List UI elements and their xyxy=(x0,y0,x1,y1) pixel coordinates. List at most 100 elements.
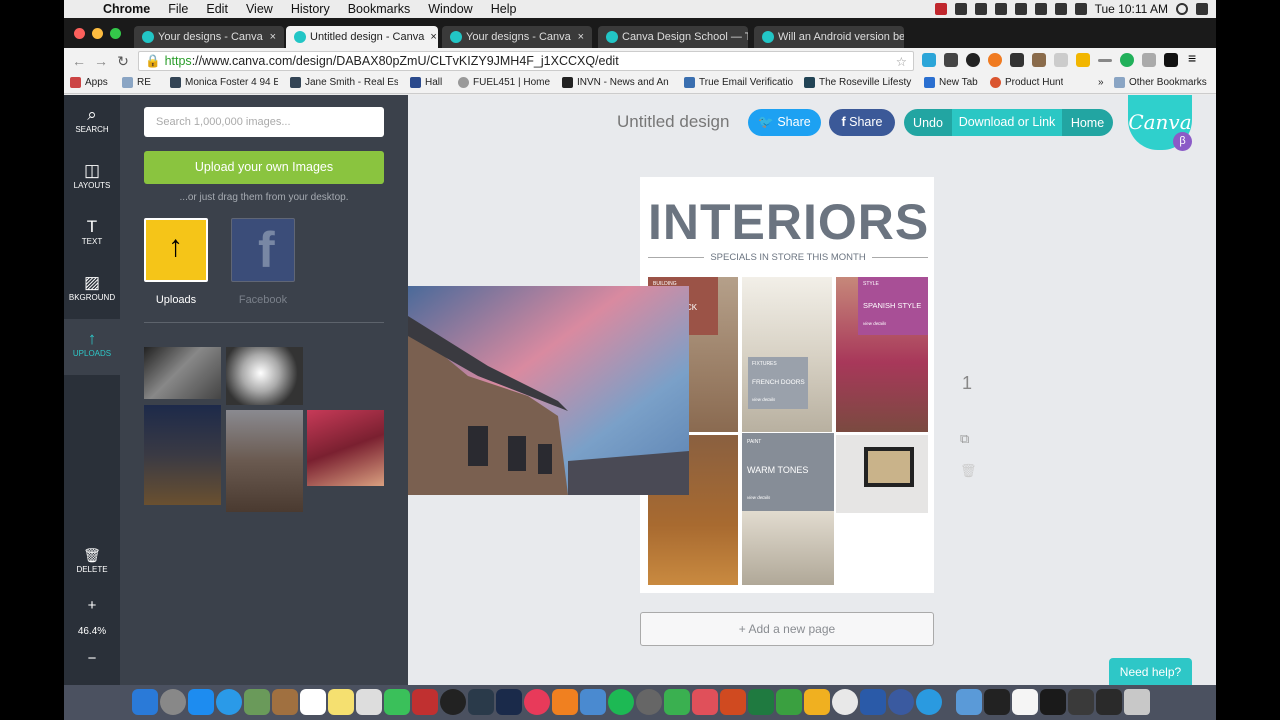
rail-uploads[interactable]: ↑ UPLOADS xyxy=(64,319,120,375)
design-title[interactable]: Untitled design xyxy=(617,112,729,132)
ebay-icon[interactable] xyxy=(1076,53,1090,67)
bookmark-fuel451[interactable]: FUEL451 | Home xyxy=(458,77,550,88)
bookmark-jane[interactable]: Jane Smith - Real Es xyxy=(290,77,398,88)
download-button[interactable]: Download or Link xyxy=(952,109,1062,136)
keynote-icon[interactable] xyxy=(580,689,606,715)
add-page-button[interactable]: + Add a new page xyxy=(640,612,934,646)
upload-thumbnail[interactable] xyxy=(226,410,303,512)
delete-page-icon[interactable]: 🗑 xyxy=(960,463,977,479)
dragged-photo[interactable] xyxy=(408,286,689,495)
bookmark-other[interactable]: Other Bookmarks xyxy=(1114,77,1207,88)
folder-icon[interactable] xyxy=(956,689,982,715)
notes-icon[interactable] xyxy=(328,689,354,715)
extension-icon[interactable] xyxy=(988,53,1002,67)
photo-booth-icon[interactable] xyxy=(412,689,438,715)
zoom-window-icon[interactable] xyxy=(110,28,121,39)
system-preferences-icon[interactable] xyxy=(636,689,662,715)
rail-text[interactable]: T TEXT xyxy=(64,207,120,263)
extension-icon[interactable] xyxy=(1142,53,1156,67)
document-icon[interactable] xyxy=(1012,689,1038,715)
page-subheading[interactable]: SPECIALS IN STORE THIS MONTH xyxy=(648,252,928,263)
zoom-in-button[interactable]: + xyxy=(64,597,120,614)
bookmark-star-icon[interactable]: ☆ xyxy=(896,54,907,69)
label-block-spanish[interactable]: STYLE SPANISH STYLE view details xyxy=(858,277,928,335)
need-help-button[interactable]: Need help? xyxy=(1109,658,1192,686)
window-icon[interactable] xyxy=(1068,689,1094,715)
contacts-icon[interactable] xyxy=(272,689,298,715)
tab-close-icon[interactable]: × xyxy=(264,31,276,43)
tab-untitled-design[interactable]: Untitled design - Canva × xyxy=(286,26,438,48)
bookmark-hall[interactable]: Hall xyxy=(410,77,442,88)
terminal-icon[interactable] xyxy=(1040,689,1066,715)
menu-file[interactable]: File xyxy=(159,2,197,16)
extension-icon[interactable] xyxy=(1098,59,1112,62)
bookmark-product-hunt[interactable]: Product Hunt xyxy=(990,77,1063,88)
wifi-icon[interactable] xyxy=(1034,3,1047,15)
bookmark-monica[interactable]: Monica Foster 4 94 E xyxy=(170,77,278,88)
menu-history[interactable]: History xyxy=(282,2,339,16)
bookmark-new-tab[interactable]: New Tab xyxy=(924,77,978,88)
app-icon[interactable] xyxy=(804,689,830,715)
bookmark-email-verification[interactable]: True Email Verificatio xyxy=(684,77,794,88)
close-window-icon[interactable] xyxy=(74,28,85,39)
bookmark-roseville[interactable]: The Roseville Lifesty xyxy=(804,77,912,88)
menu-chrome[interactable]: Chrome xyxy=(94,2,159,16)
launchpad-icon[interactable] xyxy=(160,689,186,715)
rail-search[interactable]: ⌕ SEARCH xyxy=(64,95,120,151)
cmd-icon[interactable] xyxy=(994,3,1007,15)
upload-thumbnail[interactable] xyxy=(144,405,221,505)
chrome-menu-icon[interactable]: ≡ xyxy=(1188,50,1202,66)
undo-button[interactable]: Undo xyxy=(904,116,952,130)
app-store-icon[interactable] xyxy=(188,689,214,715)
lightroom-icon[interactable] xyxy=(468,689,494,715)
reload-icon[interactable]: ↻ xyxy=(112,53,134,70)
extension-icon[interactable] xyxy=(1054,53,1068,67)
battery-icon[interactable] xyxy=(1074,3,1087,15)
tab-your-designs-2[interactable]: Your designs - Canva × xyxy=(442,26,592,48)
creative-cloud-icon[interactable] xyxy=(954,3,967,15)
app-icon[interactable] xyxy=(888,689,914,715)
menu-window[interactable]: Window xyxy=(419,2,481,16)
duplicate-page-icon[interactable]: ⧉ xyxy=(960,431,969,447)
tab-android[interactable]: Will an Android version be × xyxy=(754,26,904,48)
spotlight-icon[interactable] xyxy=(1176,3,1188,15)
grammarly-icon[interactable] xyxy=(1120,53,1134,67)
extension-icon[interactable] xyxy=(944,53,958,67)
calendar-icon[interactable] xyxy=(300,689,326,715)
rail-delete[interactable]: 🗑 DELETE xyxy=(64,535,120,591)
url-field[interactable]: 🔒 https ://www.canva.com/design/DABAX80p… xyxy=(138,51,914,71)
tab-close-icon[interactable]: × xyxy=(424,31,436,43)
forward-icon[interactable]: → xyxy=(90,53,112,69)
facebook-source[interactable]: f xyxy=(231,218,295,282)
bookmark-apps[interactable]: Apps xyxy=(70,77,108,88)
page-heading[interactable]: INTERIORS xyxy=(648,195,928,249)
evernote-icon[interactable] xyxy=(664,689,690,715)
uploads-source[interactable]: ↑ xyxy=(144,218,208,282)
spotify-icon[interactable] xyxy=(608,689,634,715)
buffer-icon[interactable] xyxy=(1010,53,1024,67)
skype-icon[interactable] xyxy=(916,689,942,715)
preview-icon[interactable] xyxy=(244,689,270,715)
finder-icon[interactable] xyxy=(132,689,158,715)
menu-edit[interactable]: Edit xyxy=(197,2,237,16)
menu-help[interactable]: Help xyxy=(482,2,526,16)
ibooks-icon[interactable] xyxy=(552,689,578,715)
powerpoint-icon[interactable] xyxy=(720,689,746,715)
upload-thumbnail[interactable] xyxy=(144,347,221,399)
back-icon[interactable]: ← xyxy=(68,53,90,69)
extension-icon[interactable] xyxy=(966,53,980,67)
zoom-out-button[interactable]: − xyxy=(64,650,120,667)
record-icon[interactable] xyxy=(934,3,947,15)
itunes-icon[interactable] xyxy=(524,689,550,715)
facebook-share-button[interactable]: f Share xyxy=(829,109,895,136)
twitter-share-button[interactable]: 🐦 Share xyxy=(748,109,821,136)
photos-icon[interactable] xyxy=(356,689,382,715)
menubar-clock[interactable]: Tue 10:11 AM xyxy=(1095,2,1168,16)
dropbox-icon[interactable] xyxy=(1014,3,1027,15)
extension-icon[interactable] xyxy=(1164,53,1178,67)
tab-your-designs-1[interactable]: Your designs - Canva × xyxy=(134,26,284,48)
bookmarks-overflow[interactable]: » xyxy=(1098,77,1104,88)
label-block-french[interactable]: FIXTURES FRENCH DOORS view details xyxy=(748,357,808,409)
minimize-window-icon[interactable] xyxy=(92,28,103,39)
trash-icon[interactable] xyxy=(1124,689,1150,715)
